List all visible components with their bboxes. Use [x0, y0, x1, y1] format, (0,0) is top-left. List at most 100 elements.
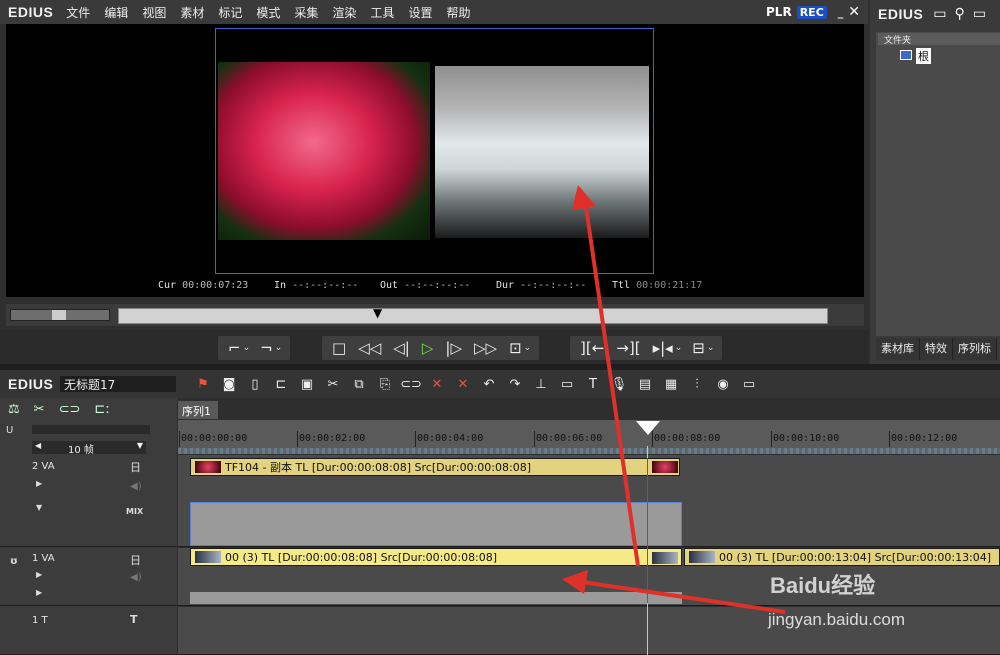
ripple-icon[interactable]: ✂	[34, 402, 45, 417]
track-header-2va[interactable]: 2 VA 日 ▶ ◀) ▼ MIX	[0, 455, 177, 547]
split-icon[interactable]: ▸|◂	[653, 339, 673, 357]
step-forward-icon[interactable]: |▷	[445, 339, 462, 357]
ripple-delete-icon[interactable]: ✕	[450, 377, 476, 392]
undo-icon[interactable]: ↶	[476, 377, 502, 392]
fast-forward-icon[interactable]: ▷▷	[474, 339, 497, 357]
rose-image	[218, 62, 430, 240]
clip-00-3[interactable]: 00 (3) TL [Dur:00:00:08:08] Src[Dur:00:0…	[190, 548, 682, 566]
step-back-icon[interactable]: ◁|	[393, 339, 410, 357]
tab-effects[interactable]: 特效	[920, 338, 953, 360]
paste-icon[interactable]: ⎘	[372, 377, 398, 392]
stop-icon[interactable]: □	[332, 339, 346, 357]
menu-capture[interactable]: 采集	[287, 4, 325, 21]
menu-marker[interactable]: 标记	[211, 4, 249, 21]
panel-icon[interactable]: ▭	[736, 377, 762, 392]
tab-library[interactable]: 素材库	[876, 338, 920, 360]
new-file-icon[interactable]: ▯	[242, 377, 268, 392]
track-header-1t[interactable]: 1 T T	[0, 607, 177, 655]
track-lock-icon[interactable]: ʊ	[10, 556, 18, 567]
track-header-1va[interactable]: ʊ 1 VA 日 ▶ ◀) ▶	[0, 548, 177, 606]
menu-edit[interactable]: 编辑	[97, 4, 135, 21]
menu-render[interactable]: 渲染	[325, 4, 363, 21]
audio-icon[interactable]: ◀)	[130, 572, 142, 583]
overwrite-icon[interactable]: →][	[616, 339, 640, 357]
mixer-icon[interactable]: ⫶	[684, 377, 710, 392]
play-icon[interactable]: ▷	[422, 339, 434, 357]
sync-icon[interactable]: ⚖	[8, 402, 20, 417]
zoom-select[interactable]: ◀ 10 帧 ▼	[32, 441, 146, 456]
close-icon[interactable]: ✕	[848, 4, 860, 20]
link-icon[interactable]: ⊂⊃	[59, 402, 81, 417]
ttl-label: Ttl	[612, 280, 631, 291]
collapse-icon[interactable]: ▼	[36, 503, 42, 512]
menu-clip[interactable]: 素材	[173, 4, 211, 21]
root-folder-label[interactable]: 根	[916, 48, 931, 64]
zoom-value: 10 帧	[68, 445, 94, 456]
open-icon[interactable]: ⊏	[268, 377, 294, 392]
menu-view[interactable]: 视图	[135, 4, 173, 21]
position-marker-icon[interactable]: ▼	[373, 306, 383, 320]
title-icon[interactable]: T	[580, 377, 606, 392]
track-label: 1 T	[32, 615, 48, 626]
mic-icon[interactable]: 🎙	[606, 377, 632, 392]
new-sequence-icon[interactable]: ⚑	[190, 377, 216, 392]
mix-area[interactable]	[190, 502, 682, 546]
menu-file[interactable]: 文件	[59, 4, 97, 21]
render-icon[interactable]: ▤	[632, 377, 658, 392]
search-icon[interactable]: ⚲	[955, 6, 965, 22]
expand-icon[interactable]: ▶	[36, 479, 42, 488]
save-icon[interactable]: ▣	[294, 377, 320, 392]
tab-sequence-markers[interactable]: 序列标	[953, 338, 997, 360]
mix-label[interactable]: MIX	[126, 507, 143, 516]
ruler-tick	[415, 431, 416, 447]
clip-00-3-second[interactable]: 00 (3) TL [Dur:00:00:13:04] Src[Dur:00:0…	[684, 548, 1000, 566]
audio-icon[interactable]: ◀)	[130, 481, 142, 492]
playback-group: □ ◁◁ ◁| ▷ |▷ ▷▷ ⊡ ⌄	[322, 336, 540, 360]
playhead-handle[interactable]	[636, 421, 660, 435]
mark-out-icon[interactable]: ¬	[260, 339, 273, 357]
rec-button[interactable]: REC	[796, 5, 827, 19]
edit-group: ][← →][ ▸|◂ ⌄ ⊟ ⌄	[570, 336, 723, 360]
output-icon[interactable]: ⊟	[692, 339, 705, 357]
more-icon[interactable]: ▭	[973, 6, 986, 22]
expand-icon[interactable]: ▶	[36, 570, 42, 579]
plr-button[interactable]: PLR	[766, 5, 792, 19]
snap-icon[interactable]: ⊏:	[94, 402, 109, 417]
grid-icon[interactable]: ▦	[658, 377, 684, 392]
video-toggle-icon[interactable]: 日	[130, 552, 141, 568]
transition-icon[interactable]: ▭	[554, 377, 580, 392]
menu-settings[interactable]: 设置	[401, 4, 439, 21]
position-slider[interactable]	[118, 308, 828, 324]
expand-icon[interactable]: ▶	[36, 588, 42, 597]
video-toggle-icon[interactable]: 日	[130, 459, 141, 475]
folder-header: 文件夹	[878, 33, 1000, 46]
root-folder-icon[interactable]	[900, 50, 912, 60]
menu-help[interactable]: 帮助	[439, 4, 477, 21]
insert-icon[interactable]: ][←	[580, 339, 604, 357]
replace-icon[interactable]: ⊂⊃	[398, 377, 424, 392]
lock-icon[interactable]: U	[6, 425, 13, 436]
zoom-slider[interactable]	[32, 425, 150, 434]
color-icon[interactable]: ◉	[710, 377, 736, 392]
marker-icon[interactable]: ⊥	[528, 377, 554, 392]
cut-icon[interactable]: ✂	[320, 377, 346, 392]
folder-icon[interactable]: ▭	[933, 6, 946, 22]
ruler-tick-label: 00:00:12:00	[891, 433, 958, 444]
mark-in-icon[interactable]: ⌐	[228, 339, 241, 357]
timecode-out: Out --:--:--:--	[380, 280, 470, 291]
redo-icon[interactable]: ↷	[502, 377, 528, 392]
watermark-logo: Baidu经验	[770, 573, 876, 598]
tab-sequence-1[interactable]: 序列1	[178, 401, 218, 419]
rewind-icon[interactable]: ◁◁	[358, 339, 381, 357]
minimize-icon[interactable]: _	[838, 6, 844, 19]
jog-handle[interactable]	[52, 310, 66, 320]
clip-tf104[interactable]: TF104 - 副本 TL [Dur:00:00:08:08] Src[Dur:…	[190, 458, 680, 476]
menu-tools[interactable]: 工具	[363, 4, 401, 21]
delete-icon[interactable]: ✕	[424, 377, 450, 392]
clip-thumbnail	[195, 461, 221, 473]
camera-icon[interactable]: ◙	[216, 377, 242, 392]
menu-mode[interactable]: 模式	[249, 4, 287, 21]
loop-icon[interactable]: ⊡	[509, 339, 522, 357]
title-track-icon[interactable]: T	[130, 613, 138, 626]
copy-icon[interactable]: ⧉	[346, 377, 372, 392]
